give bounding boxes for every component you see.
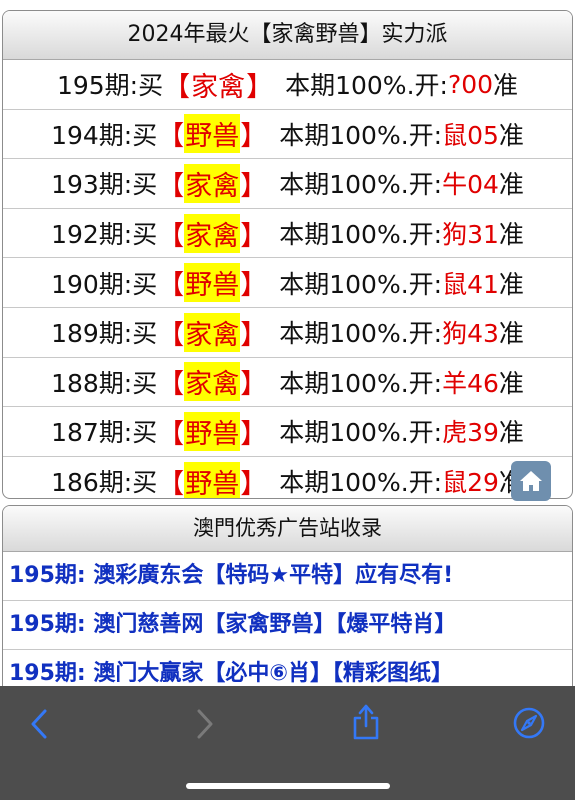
accuracy-text: 本期100%.开: [279, 120, 443, 150]
result-value: 鼠41 [442, 269, 499, 299]
bracket-open: 【 [157, 170, 185, 202]
result-suffix: 准 [493, 71, 519, 101]
accuracy-text: 本期100%.开: [279, 468, 443, 498]
compass-icon[interactable] [512, 706, 546, 740]
prediction-row: 194期:买 【野兽】 本期100%.开: 鼠05 准 [3, 110, 572, 160]
result-suffix: 准 [498, 418, 524, 448]
bracket-close: 】 [240, 418, 268, 450]
period-label: 186期:买 [51, 468, 158, 498]
ad-sites-panel: 澳門优秀广告站收录 195期: 澳彩廣东会【特码★平特】应有尽有! 195期: … [2, 505, 573, 705]
prediction-row: 186期:买 【野兽】 本期100%.开:鼠29准 [3, 457, 572, 499]
result-value: 羊46 [442, 368, 499, 398]
result-value: 牛04 [442, 170, 499, 200]
share-icon[interactable] [350, 702, 382, 742]
back-icon[interactable] [28, 706, 52, 742]
bracket-close: 】 [240, 369, 268, 401]
bracket-open: 【 [157, 270, 185, 302]
category-label: 野兽 [184, 411, 241, 451]
prediction-row: 192期:买 【家禽】 本期100%.开: 狗31 准 [3, 209, 572, 259]
home-indicator[interactable] [186, 783, 390, 789]
prediction-row: 190期:买 【野兽】 本期100%.开: 鼠41 准 [3, 258, 572, 308]
bracket-open: 【 [157, 369, 185, 401]
category-label: 家禽 [184, 362, 241, 402]
bracket-close: 】 [240, 170, 268, 202]
bracket-open: 【 [163, 71, 191, 103]
bracket-close: 】 [240, 270, 268, 302]
period-label: 192期:买 [51, 220, 158, 250]
ad-link[interactable]: 195期: 澳彩廣东会【特码★平特】应有尽有! [3, 552, 572, 601]
prediction-row: 193期:买 【家禽】 本期100%.开: 牛04 准 [3, 159, 572, 209]
period-label: 195期:买 [56, 71, 164, 101]
result-suffix: 准 [498, 269, 524, 299]
period-label: 193期:买 [51, 170, 158, 200]
accuracy-text: 本期100%.开: [279, 368, 443, 398]
bracket-open: 【 [157, 418, 185, 450]
bracket-close: 】 [240, 468, 268, 499]
bracket-open: 【 [157, 220, 185, 252]
forward-icon[interactable] [192, 706, 216, 742]
category-label: 家禽 [184, 213, 241, 253]
bracket-close: 】 [246, 71, 274, 103]
period-label: 190期:买 [51, 269, 158, 299]
result-suffix: 准 [498, 170, 524, 200]
home-icon [520, 471, 542, 491]
accuracy-text: 本期100%.开: [279, 269, 443, 299]
prediction-panel: 2024年最火【家禽野兽】实力派 195期:买 【家禽】 本期100%.开: ?0… [2, 10, 573, 499]
period-label: 188期:买 [51, 368, 158, 398]
period-label: 187期:买 [51, 418, 158, 448]
accuracy-text: 本期100%.开: [279, 319, 443, 349]
panel-title: 2024年最火【家禽野兽】实力派 [3, 11, 572, 60]
period-label: 194期:买 [51, 120, 158, 150]
accuracy-text: 本期100%.开: [285, 71, 448, 101]
accuracy-text: 本期100%.开: [279, 220, 443, 250]
result-value: 狗31 [442, 220, 499, 250]
prediction-row: 195期:买 【家禽】 本期100%.开: ?00 准 [3, 60, 572, 110]
result-value: 鼠05 [442, 120, 499, 150]
result-suffix: 准 [498, 368, 524, 398]
bracket-open: 【 [157, 319, 185, 351]
ad-panel-title: 澳門优秀广告站收录 [3, 506, 572, 552]
bracket-open: 【 [157, 468, 185, 499]
prediction-row: 187期:买 【野兽】 本期100%.开: 虎39 准 [3, 407, 572, 457]
prediction-rows: 195期:买 【家禽】 本期100%.开: ?00 准 194期:买 【野兽】 本期… [3, 60, 572, 499]
result-suffix: 准 [498, 220, 524, 250]
result-value: 狗43 [442, 319, 499, 349]
result-suffix: 准 [498, 319, 524, 349]
result-value: ?00 [447, 69, 494, 99]
result-suffix: 准 [498, 120, 524, 150]
ad-link[interactable]: 195期: 澳门慈善网【家禽野兽】【爆平特肖】 [3, 601, 572, 650]
home-button[interactable] [511, 461, 551, 501]
category-label: 家禽 [184, 163, 241, 203]
accuracy-text: 本期100%.开: [279, 170, 443, 200]
category-label: 野兽 [184, 114, 241, 154]
accuracy-text: 本期100%.开: [279, 418, 443, 448]
period-label: 189期:买 [51, 319, 158, 349]
bracket-close: 】 [240, 121, 268, 153]
prediction-row: 188期:买 【家禽】 本期100%.开: 羊46 准 [3, 358, 572, 408]
prediction-row: 189期:买 【家禽】 本期100%.开: 狗43 准 [3, 308, 572, 358]
bracket-close: 】 [240, 220, 268, 252]
bracket-open: 【 [157, 121, 185, 153]
category-label: 野兽 [184, 263, 241, 303]
result-value: 虎39 [442, 418, 499, 448]
bracket-close: 】 [240, 319, 268, 351]
category-label: 家禽 [191, 71, 246, 103]
result-value: 鼠29 [442, 468, 499, 498]
category-label: 家禽 [184, 312, 241, 352]
category-label: 野兽 [184, 461, 241, 498]
